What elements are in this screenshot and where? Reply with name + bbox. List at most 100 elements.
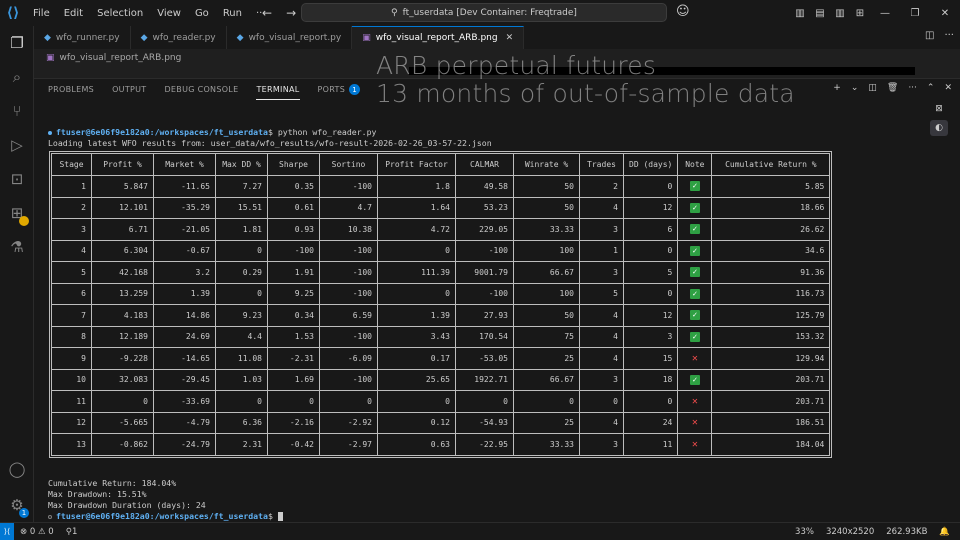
testing-icon[interactable]: ⚗ [0,232,34,262]
add-terminal-icon[interactable]: + [833,83,841,93]
maximize-panel-icon[interactable]: ⌃ [927,83,935,93]
table-cell: 27.93 [455,304,514,327]
more-actions-icon[interactable]: ··· [908,83,917,93]
tab-terminal[interactable]: TERMINAL [256,79,300,100]
table-cell: 24.69 [153,325,216,348]
check-mark-icon: ✓ [689,202,700,213]
source-control-icon[interactable]: ⑂ [0,96,34,126]
note-cell: ✓ [677,196,713,219]
table-cell: -54.93 [455,411,514,434]
table-cell: 12 [622,196,679,219]
table-cell: 33.33 [513,433,580,456]
column-header: CALMAR [455,153,514,176]
extensions-icon[interactable]: ⊞ [0,198,34,228]
check-mark-icon: ✓ [689,267,700,278]
check-mark-icon: ✓ [689,224,700,235]
table-cell: 11 [51,390,92,413]
table-cell: 9001.79 [455,261,514,284]
close-tab-icon[interactable]: ✕ [506,33,514,43]
remote-indicator-icon[interactable]: ⟩⟨ [0,522,14,540]
vscode-logo-icon: ⟨⟩ [6,5,20,21]
column-header: Note [677,153,713,176]
zoom-level[interactable]: 33% [789,527,820,537]
notifications-bell-icon[interactable]: 🔔 [933,527,956,537]
title-bar: ⟨⟩ File Edit Selection View Go Run ··· ←… [0,0,960,26]
toggle-panel-icon[interactable]: ▤ [810,0,830,26]
check-mark-icon: ✓ [689,245,700,256]
menu-view[interactable]: View [150,8,188,19]
breadcrumb-file[interactable]: wfo_visual_report_ARB.png [60,53,182,63]
ports-status[interactable]: ⚲1 [60,527,84,537]
editor-tab-bar: ◆ wfo_runner.py ◆ wfo_reader.py ◆ wfo_vi… [34,26,960,49]
table-cell: 0.93 [267,218,320,241]
table-cell: 184.04 [711,433,831,456]
table-header-row: Stage Profit % Market % Max DD % Sharpe Sorti… [51,153,831,176]
table-cell: -2.31 [267,347,320,370]
table-cell: 170.54 [455,325,514,348]
tab-wfo-reader[interactable]: ◆ wfo_reader.py [131,26,227,49]
manage-badge: 1 [19,508,29,518]
table-row: 3 6.71 -21.05 1.81 0.93 10.38 4.72 229.05 33.33 3… [51,218,831,241]
menu-file[interactable]: File [26,8,57,19]
check-mark-icon: ✓ [689,331,700,342]
note-cell: ✓ [677,368,713,391]
table-cell: 5.847 [91,175,154,198]
explorer-icon[interactable]: ❐ [0,28,34,58]
tab-debug-console[interactable]: DEBUG CONSOLE [164,79,238,100]
kill-terminal-icon[interactable]: 🗑 [887,83,898,93]
close-window-icon[interactable]: ✕ [930,0,960,26]
more-actions-icon[interactable]: ··· [944,30,954,41]
manage-gear-icon[interactable]: ⚙ 1 [0,490,34,520]
menu-edit[interactable]: Edit [57,8,90,19]
tab-ports[interactable]: PORTS 1 [318,79,361,100]
restore-icon[interactable]: ❐ [900,0,930,26]
tab-wfo-visual-report-arb-png[interactable]: ▣ wfo_visual_report_ARB.png ✕ [352,26,525,49]
table-cell: 32.083 [91,368,154,391]
tab-wfo-visual-report[interactable]: ◆ wfo_visual_report.py [227,26,353,49]
tab-wfo-runner[interactable]: ◆ wfo_runner.py [34,26,131,49]
close-panel-icon[interactable]: ✕ [944,83,952,93]
warning-count: 0 [48,526,54,537]
table-cell: 1.39 [153,282,216,305]
cross-mark-icon: ✕ [691,417,698,429]
tab-problems[interactable]: PROBLEMS [48,79,94,100]
customize-layout-icon[interactable]: ⊞ [850,0,870,26]
table-cell: 13.259 [91,282,154,305]
back-arrow-icon[interactable]: ← [262,6,272,20]
terminal-entry-icon[interactable]: ⊠ [930,101,948,117]
tab-output[interactable]: OUTPUT [112,79,146,100]
terminal-output[interactable]: ftuser@6e06f9e182a0:/workspaces/ft_userd… [48,127,928,149]
terminal-dropdown-icon[interactable]: ⌄ [851,83,859,93]
check-mark-icon: ✓ [689,181,700,192]
table-cell: 5 [579,282,624,305]
remote-explorer-icon[interactable]: ⊡ [0,164,34,194]
check-mark-icon: ✓ [689,288,700,299]
table-cell: 100 [513,282,580,305]
image-preview-content [409,67,915,75]
problems-status[interactable]: ⊗ 0 ⚠ 0 [14,527,60,537]
copilot-icon[interactable]: ☺ [676,4,690,19]
note-cell: ✓ [677,175,713,198]
command-center[interactable]: ⚲ ft_userdata [Dev Container: Freqtrade] [301,3,667,22]
accounts-icon[interactable]: ◯ [0,454,34,484]
error-icon: ⊗ [20,526,28,537]
table-cell: 53.23 [455,196,514,219]
minimize-icon[interactable]: — [870,0,900,26]
table-cell: 0 [377,239,456,262]
table-cell: 42.168 [91,261,154,284]
toggle-secondary-sidebar-icon[interactable]: ▥ [830,0,850,26]
terminal-entry-active-icon[interactable]: ◐ [930,120,948,136]
run-debug-icon[interactable]: ▷ [0,130,34,160]
menu-go[interactable]: Go [188,8,216,19]
menu-selection[interactable]: Selection [90,8,150,19]
table-cell: -29.45 [153,368,216,391]
menu-run[interactable]: Run [216,8,249,19]
search-icon[interactable]: ⌕ [0,62,34,92]
table-cell: 1 [51,175,92,198]
toggle-primary-sidebar-icon[interactable]: ▥ [790,0,810,26]
forward-arrow-icon[interactable]: → [286,6,296,20]
split-editor-icon[interactable]: ◫ [925,30,934,41]
table-cell: 75 [513,325,580,348]
split-terminal-icon[interactable]: ◫ [868,83,877,93]
prompt-user: ftuser@6e06f9e182a0 [56,511,150,521]
